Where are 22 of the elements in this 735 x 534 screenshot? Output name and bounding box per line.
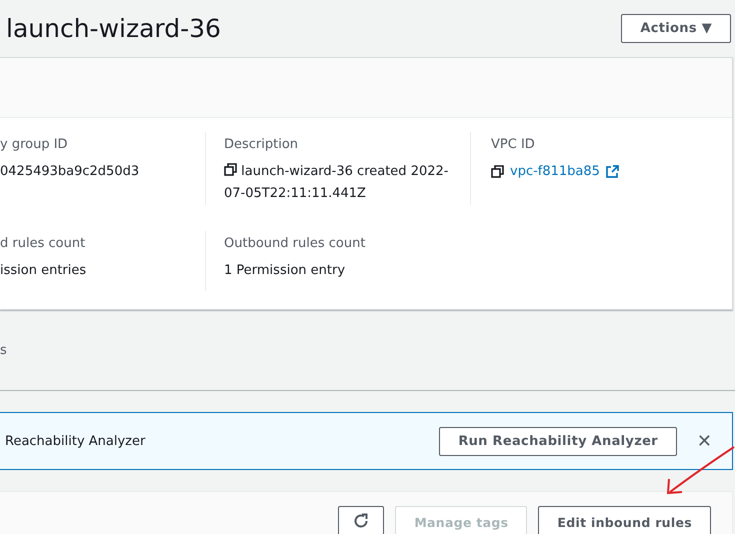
page-title: launch-wizard-36: [6, 14, 221, 43]
external-link-icon[interactable]: [606, 165, 619, 178]
field-label: Description: [224, 137, 300, 152]
refresh-icon: [353, 512, 370, 528]
actions-button[interactable]: Actions ▼: [621, 14, 731, 43]
copy-icon[interactable]: [224, 163, 237, 176]
field-value: 0425493ba9c2d50d3: [0, 163, 140, 181]
vpc-link[interactable]: vpc-f811ba85: [510, 161, 600, 183]
run-analyzer-button[interactable]: Run Reachability Analyzer: [439, 426, 677, 456]
copy-icon[interactable]: [491, 165, 504, 178]
field-label: y group ID: [0, 137, 69, 152]
toolbar-button[interactable]: Edit inbound rules: [538, 506, 711, 534]
field-label: VPC ID: [491, 137, 536, 152]
field-value: ission entries: [0, 262, 86, 280]
field-label: Outbound rules count: [224, 236, 366, 251]
field-value: launch-wizard-36 created 2022-07-05T22:11:11.441Z: [224, 162, 450, 203]
field-label: d rules count: [0, 236, 86, 251]
refresh-button[interactable]: [338, 506, 384, 534]
field-value: 1 Permission entry: [224, 262, 346, 280]
banner-text: Reachability Analyzer: [5, 434, 146, 448]
close-button[interactable]: ✕: [692, 430, 716, 452]
tab[interactable]: s: [0, 342, 7, 358]
